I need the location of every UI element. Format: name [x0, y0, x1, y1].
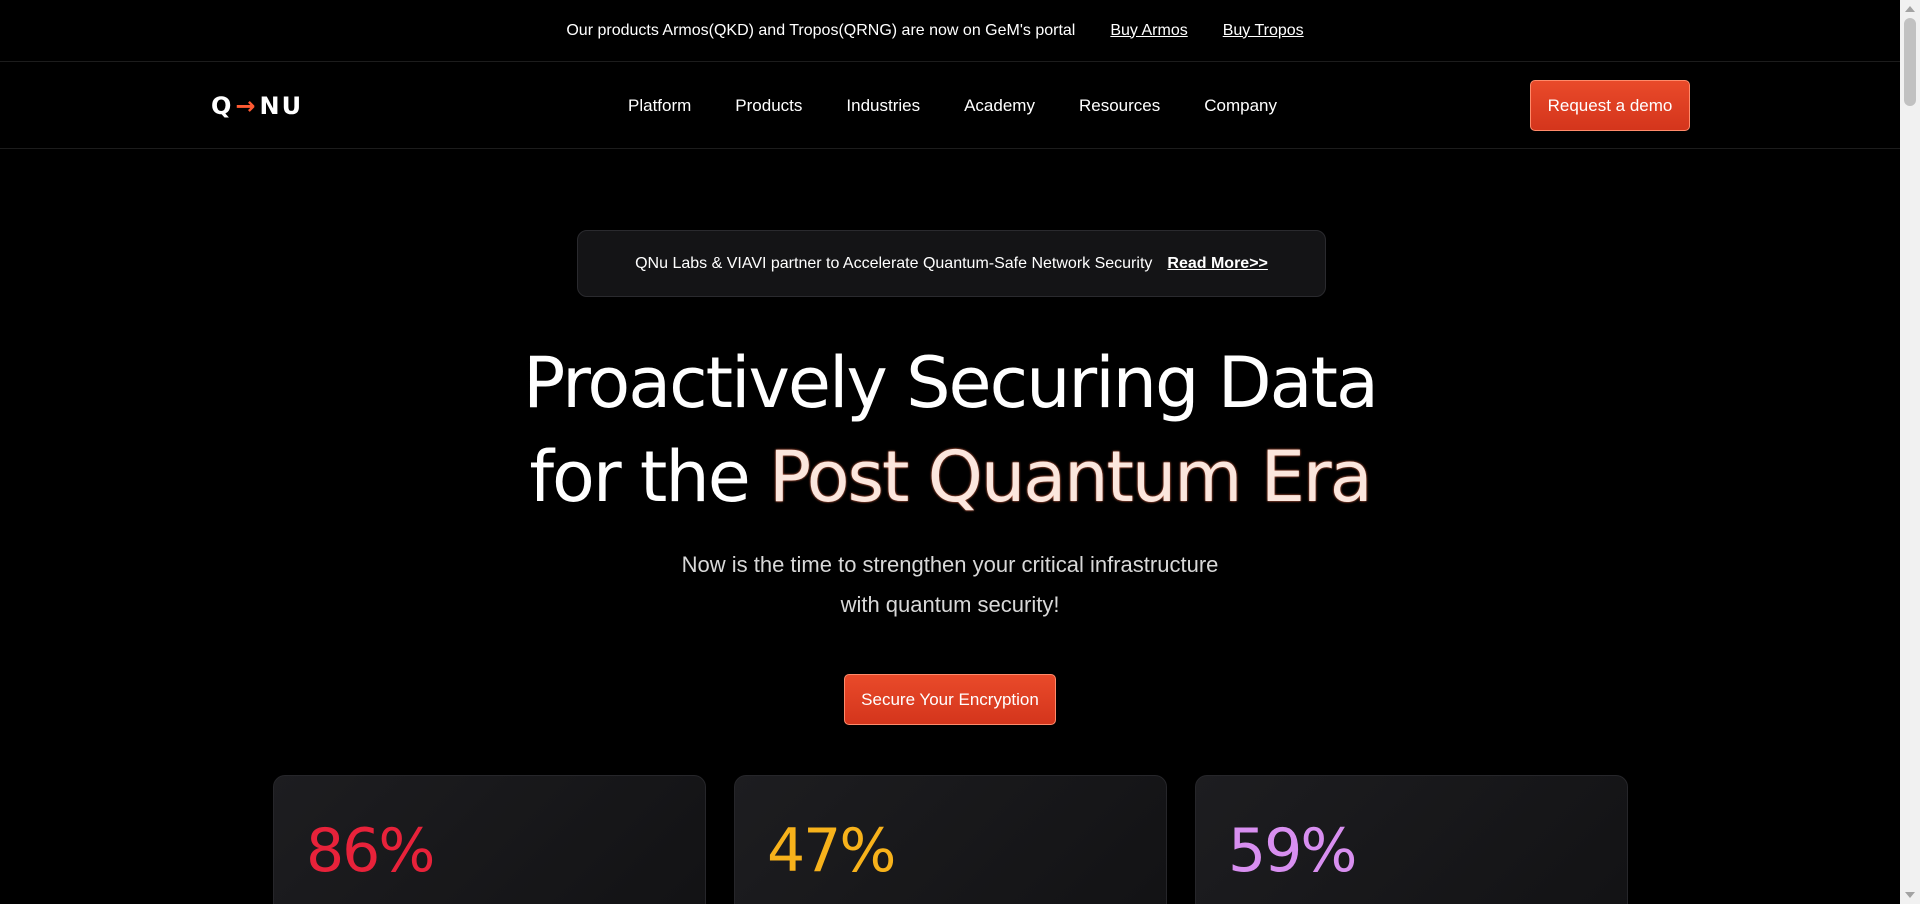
page-scrollbar[interactable]: [1900, 0, 1920, 904]
logo-nu: NU: [259, 92, 304, 120]
stat-value: 47%: [767, 816, 896, 886]
announcement-bar: Our products Armos(QKD) and Tropos(QRNG)…: [0, 0, 1900, 62]
nav-academy[interactable]: Academy: [964, 96, 1035, 116]
news-banner: QNu Labs & VIAVI partner to Accelerate Q…: [577, 230, 1326, 297]
top-navigation: Q → NU Platform Products Industries Acad…: [0, 62, 1900, 149]
main-menu: Platform Products Industries Academy Res…: [628, 96, 1321, 116]
stat-card: 59%: [1195, 775, 1628, 904]
hero-line-1: Proactively Securing Data: [523, 342, 1379, 424]
nav-platform[interactable]: Platform: [628, 96, 691, 116]
hero-subtitle-line-1: Now is the time to strengthen your criti…: [681, 552, 1219, 577]
nav-company[interactable]: Company: [1204, 96, 1277, 116]
hero-line-2-prefix: for the: [529, 436, 770, 518]
qnu-logo[interactable]: Q → NU: [211, 92, 303, 120]
logo-arrow-icon: →: [235, 92, 258, 120]
hero-subtitle: Now is the time to strengthen your criti…: [0, 545, 1900, 625]
hero-highlight: Post Quantum Era: [769, 436, 1373, 518]
buy-tropos-link[interactable]: Buy Tropos: [1223, 22, 1304, 40]
news-text: QNu Labs & VIAVI partner to Accelerate Q…: [635, 254, 1153, 272]
hero-line-2: for the Post Quantum Era: [0, 430, 1900, 524]
scrollbar-thumb[interactable]: [1904, 18, 1916, 106]
stats-cards: 86% 47% 59%: [273, 775, 1656, 904]
request-demo-button[interactable]: Request a demo: [1530, 80, 1690, 131]
read-more-link[interactable]: Read More>>: [1167, 255, 1267, 273]
scroll-up-arrow-icon[interactable]: [1905, 6, 1915, 12]
scroll-down-arrow-icon[interactable]: [1905, 892, 1915, 898]
stat-value: 86%: [306, 816, 435, 886]
nav-industries[interactable]: Industries: [846, 96, 920, 116]
stat-card: 47%: [734, 775, 1167, 904]
hero-subtitle-line-2: with quantum security!: [840, 592, 1060, 617]
nav-products[interactable]: Products: [735, 96, 802, 116]
stat-card: 86%: [273, 775, 706, 904]
logo-q: Q: [211, 92, 234, 120]
stat-value: 59%: [1228, 816, 1357, 886]
announcement-text: Our products Armos(QKD) and Tropos(QRNG)…: [566, 21, 1076, 39]
secure-encryption-button[interactable]: Secure Your Encryption: [844, 674, 1056, 725]
hero-headline: Proactively Securing Data for the Post Q…: [0, 336, 1900, 524]
nav-resources[interactable]: Resources: [1079, 96, 1160, 116]
buy-armos-link[interactable]: Buy Armos: [1110, 22, 1187, 40]
